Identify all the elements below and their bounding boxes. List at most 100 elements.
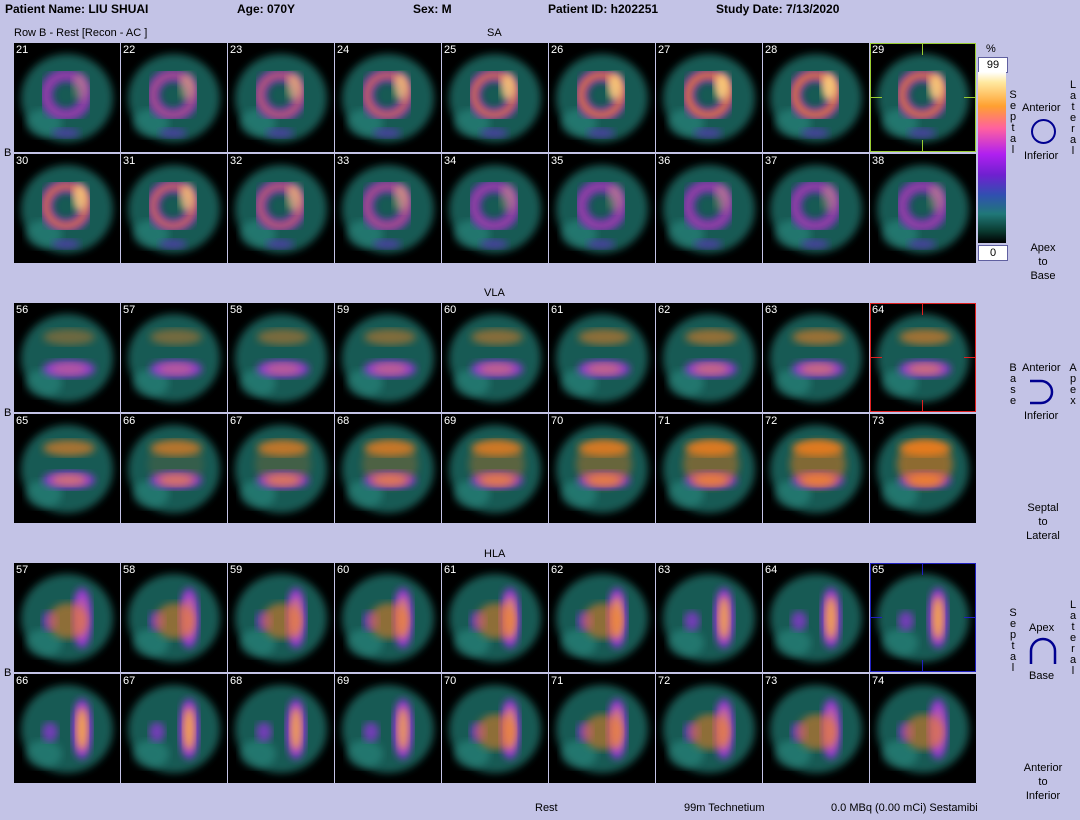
- slice-image[interactable]: 71: [549, 674, 655, 783]
- colorbar-gradient: [978, 72, 1006, 243]
- slice-number: 26: [551, 44, 564, 56]
- slice-image[interactable]: 73: [763, 674, 869, 783]
- slice-image[interactable]: 66: [14, 674, 120, 783]
- slice-image[interactable]: 30: [14, 154, 120, 263]
- slice-image[interactable]: 72: [763, 414, 869, 523]
- slice-image[interactable]: 59: [335, 303, 441, 412]
- slice-image[interactable]: 34: [442, 154, 548, 263]
- slice-number: 63: [765, 304, 778, 316]
- slice-image[interactable]: 57: [121, 303, 227, 412]
- slice-number: 35: [551, 155, 564, 167]
- slice-number: 57: [123, 304, 136, 316]
- slice-image[interactable]: 61: [442, 563, 548, 672]
- legend-caption: Septal to Lateral: [1026, 502, 1060, 542]
- slice-image[interactable]: 58: [228, 303, 334, 412]
- slice-number: 62: [658, 304, 671, 316]
- slice-image[interactable]: 62: [656, 303, 762, 412]
- slice-image[interactable]: 23: [228, 43, 334, 152]
- slice-number: 64: [765, 564, 778, 576]
- colorbar-min-value[interactable]: 0: [978, 245, 1008, 261]
- colorbar-unit: %: [986, 43, 996, 55]
- slice-image[interactable]: 67: [121, 674, 227, 783]
- circle-orientation-icon: [1031, 119, 1056, 144]
- slice-number: 38: [872, 155, 885, 167]
- slice-number: 58: [123, 564, 136, 576]
- crosshair-marker: [964, 357, 976, 358]
- slice-image[interactable]: 24: [335, 43, 441, 152]
- slice-number: 60: [444, 304, 457, 316]
- slice-image[interactable]: 38: [870, 154, 976, 263]
- slice-image[interactable]: 69: [442, 414, 548, 523]
- slice-image[interactable]: 26: [549, 43, 655, 152]
- slice-image[interactable]: 70: [549, 414, 655, 523]
- legend-septal-label: Septal: [1009, 607, 1017, 674]
- legend-inferior-label: Inferior: [1024, 150, 1059, 162]
- slice-image[interactable]: 31: [121, 154, 227, 263]
- slice-image[interactable]: 72: [656, 674, 762, 783]
- legend-inferior-label: Inferior: [1024, 410, 1059, 422]
- slice-image[interactable]: 63: [656, 563, 762, 672]
- slice-image[interactable]: 25: [442, 43, 548, 152]
- slice-image[interactable]: 66: [121, 414, 227, 523]
- section-title-vla: VLA: [484, 287, 505, 299]
- slice-image[interactable]: 68: [228, 674, 334, 783]
- slice-image[interactable]: 71: [656, 414, 762, 523]
- slice-number: 67: [123, 675, 136, 687]
- slice-image[interactable]: 32: [228, 154, 334, 263]
- slice-image[interactable]: 56: [14, 303, 120, 412]
- slice-image[interactable]: 33: [335, 154, 441, 263]
- section-title-sa: SA: [487, 27, 502, 39]
- legend-lateral-label: Lateral: [1069, 599, 1077, 677]
- slice-number: 71: [551, 675, 564, 687]
- slice-image[interactable]: 65: [14, 414, 120, 523]
- colorbar-max-value[interactable]: 99: [978, 57, 1008, 73]
- slice-image[interactable]: 29: [870, 43, 976, 152]
- section-title-hla: HLA: [484, 548, 506, 560]
- slice-number: 57: [16, 564, 29, 576]
- slice-image[interactable]: 64: [763, 563, 869, 672]
- slice-number: 23: [230, 44, 243, 56]
- slice-image[interactable]: 37: [763, 154, 869, 263]
- crosshair-marker: [964, 617, 976, 618]
- slice-image[interactable]: 60: [335, 563, 441, 672]
- slice-image[interactable]: 74: [870, 674, 976, 783]
- crosshair-marker: [922, 43, 923, 55]
- dose-label: 0.0 MBq (0.00 mCi) Sestamibi: [831, 802, 978, 814]
- crosshair-marker: [922, 400, 923, 412]
- row-label: Row B - Rest [Recon - AC ]: [14, 27, 148, 39]
- slice-image[interactable]: 70: [442, 674, 548, 783]
- slice-number: 59: [337, 304, 350, 316]
- slice-image[interactable]: 59: [228, 563, 334, 672]
- slice-image[interactable]: 67: [228, 414, 334, 523]
- slice-image[interactable]: 60: [442, 303, 548, 412]
- slice-image[interactable]: 63: [763, 303, 869, 412]
- slice-image[interactable]: 73: [870, 414, 976, 523]
- slice-number: 29: [872, 44, 885, 56]
- crosshair-marker: [964, 97, 976, 98]
- slice-image[interactable]: 27: [656, 43, 762, 152]
- patient-id: Patient ID: h202251: [548, 2, 659, 16]
- slice-image[interactable]: 21: [14, 43, 120, 152]
- slice-image[interactable]: 65: [870, 563, 976, 672]
- legend-caption: Anterior to Inferior: [1023, 762, 1063, 802]
- slice-image[interactable]: 68: [335, 414, 441, 523]
- slice-image[interactable]: 62: [549, 563, 655, 672]
- slice-image[interactable]: 22: [121, 43, 227, 152]
- slice-image[interactable]: 36: [656, 154, 762, 263]
- slice-number: 61: [444, 564, 457, 576]
- slice-image[interactable]: 61: [549, 303, 655, 412]
- slice-number: 60: [337, 564, 350, 576]
- slice-image[interactable]: 28: [763, 43, 869, 152]
- row-side-label: B: [4, 667, 12, 679]
- slice-image[interactable]: 35: [549, 154, 655, 263]
- slice-image[interactable]: 57: [14, 563, 120, 672]
- slice-number: 25: [444, 44, 457, 56]
- slice-number: 71: [658, 415, 671, 427]
- slice-image[interactable]: 69: [335, 674, 441, 783]
- slice-image[interactable]: 58: [121, 563, 227, 672]
- legend-apex-label: Apex: [1069, 362, 1077, 407]
- slice-number: 70: [444, 675, 457, 687]
- slice-image[interactable]: 64: [870, 303, 976, 412]
- crosshair-marker: [870, 357, 882, 358]
- slice-number: 69: [444, 415, 457, 427]
